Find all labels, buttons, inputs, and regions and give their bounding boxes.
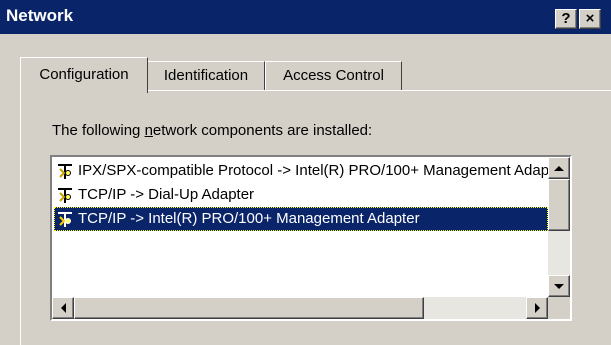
list-item-selected[interactable]: TCP/IP -> Intel(R) PRO/100+ Management A… xyxy=(54,207,548,231)
tab-identification[interactable]: Identification xyxy=(147,61,265,91)
close-button[interactable]: × xyxy=(579,9,601,29)
tab-configuration-label: Configuration xyxy=(39,66,129,83)
tab-access-control[interactable]: Access Control xyxy=(265,61,402,91)
scrollbar-corner xyxy=(548,297,570,319)
list-item[interactable]: TCP/IP -> Dial-Up Adapter xyxy=(54,183,548,207)
vertical-scrollbar[interactable] xyxy=(548,157,570,297)
list-item-label: TCP/IP -> Intel(R) PRO/100+ Management A… xyxy=(78,210,420,228)
components-listbox[interactable]: IPX/SPX-compatible Protocol -> Intel(R) … xyxy=(50,155,572,321)
help-button[interactable]: ? xyxy=(555,9,577,29)
scroll-down-button[interactable] xyxy=(548,275,570,297)
caption-text-2: etwork components are installed: xyxy=(152,122,373,139)
tab-configuration[interactable]: Configuration xyxy=(20,57,148,93)
tab-identification-label: Identification xyxy=(163,67,249,84)
network-protocol-icon xyxy=(58,188,72,204)
horizontal-scrollbar[interactable] xyxy=(52,297,548,319)
scroll-up-button[interactable] xyxy=(548,157,570,179)
components-caption: The following network components are ins… xyxy=(52,121,372,141)
arrow-up-icon xyxy=(554,165,564,171)
caption-mnemonic: n xyxy=(144,122,153,139)
network-dialog: Network ? × Configuration Identification… xyxy=(0,0,611,345)
network-protocol-icon xyxy=(58,212,72,228)
horizontal-scroll-thumb[interactable] xyxy=(74,297,424,319)
caption-text-1: The following xyxy=(52,122,145,139)
components-list: IPX/SPX-compatible Protocol -> Intel(R) … xyxy=(52,157,548,297)
window-title: Network xyxy=(6,6,74,25)
arrow-right-icon xyxy=(534,303,540,313)
vertical-scroll-thumb[interactable] xyxy=(548,179,570,231)
list-item[interactable]: IPX/SPX-compatible Protocol -> Intel(R) … xyxy=(54,159,548,183)
scroll-right-button[interactable] xyxy=(526,297,548,319)
list-item-label: TCP/IP -> Dial-Up Adapter xyxy=(78,186,255,204)
tab-access-control-label: Access Control xyxy=(283,67,384,84)
network-protocol-icon xyxy=(58,164,72,180)
scroll-left-button[interactable] xyxy=(52,297,74,319)
arrow-left-icon xyxy=(60,303,66,313)
title-bar[interactable]: Network ? × xyxy=(0,0,611,34)
list-item-label: IPX/SPX-compatible Protocol -> Intel(R) … xyxy=(78,162,548,180)
arrow-down-icon xyxy=(554,283,564,289)
